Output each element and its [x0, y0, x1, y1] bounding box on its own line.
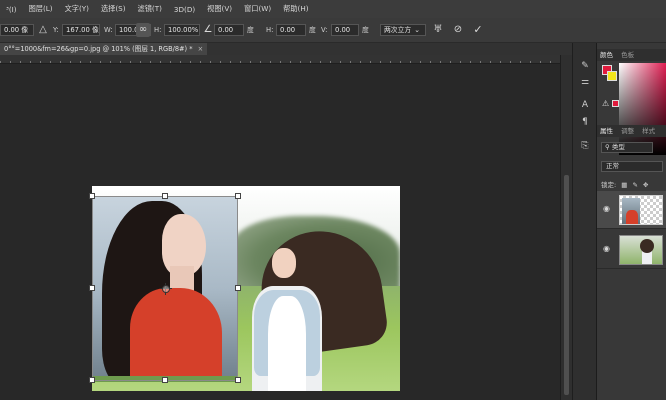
lock-transparent-icon[interactable]: ▦: [621, 181, 627, 189]
v-skew-label: V:: [321, 26, 328, 34]
document-tab-title: 0°°=1000&fm=26&gp=0.jpg @ 101% (图层 1, RG…: [4, 45, 193, 53]
thumbnail-figure: [622, 198, 640, 224]
tab-color[interactable]: 颜色: [597, 51, 616, 59]
delta-icon[interactable]: △: [36, 23, 50, 37]
brush-icon[interactable]: ✎: [578, 59, 592, 73]
search-icon: ⚲: [605, 143, 610, 151]
lock-label: 锁定:: [601, 181, 617, 189]
layer-1-thumbnail: [619, 195, 663, 225]
options-bar: 0.00 像 △ Y: 167.00 像 W: 100.00% ∞ H: 100…: [0, 18, 666, 43]
commit-transform-icon[interactable]: ✓: [471, 23, 485, 37]
menu-type[interactable]: 文字(Y): [59, 4, 95, 14]
menu-bar: ³(I) 图层(L) 文字(Y) 选择(S) 滤镜(T) 3D(D) 视图(V)…: [0, 0, 666, 18]
menu-3d[interactable]: 3D(D): [168, 5, 201, 14]
menu-layer[interactable]: 图层(L): [23, 4, 59, 14]
chevron-down-icon: ⌄: [414, 26, 420, 34]
v-skew-field[interactable]: 0.00: [331, 24, 359, 36]
blend-mode-select[interactable]: 正常: [601, 161, 663, 172]
eye-icon[interactable]: ◉: [603, 244, 613, 254]
thumbnail-figure-hair: [640, 239, 654, 253]
document-tab[interactable]: 0°°=1000&fm=26&gp=0.jpg @ 101% (图层 1, RG…: [0, 43, 208, 55]
menu-view[interactable]: 视图(V): [201, 4, 238, 14]
degree-label-3: 度: [362, 26, 369, 34]
degree-label: 度: [247, 26, 254, 34]
lock-row: 锁定: ▦ ✎ ✥: [601, 179, 649, 189]
lock-paint-icon[interactable]: ✎: [633, 181, 638, 189]
layer-row-layer-1[interactable]: ◉: [597, 191, 666, 229]
layers-panel-tabs: 属性 调整 样式: [597, 125, 666, 137]
h-skew-label: H:: [266, 26, 274, 34]
tab-adjustments[interactable]: 调整: [618, 127, 637, 135]
gamut-warning-icon: ⚠: [602, 99, 610, 108]
x-position-field[interactable]: 0.00 像: [0, 24, 34, 36]
history-icon[interactable]: ⎘: [578, 139, 592, 153]
reference-point-icon[interactable]: [160, 283, 172, 295]
document-tab-bar: 0°°=1000&fm=26&gp=0.jpg @ 101% (图层 1, RG…: [0, 43, 572, 55]
menu-filter[interactable]: 滤镜(T): [132, 4, 168, 14]
close-icon[interactable]: ×: [198, 45, 204, 53]
interpolation-value: 两次立方: [384, 26, 412, 34]
y-label: Y:: [53, 26, 59, 34]
w-label: W:: [104, 26, 113, 34]
lock-move-icon[interactable]: ✥: [643, 181, 648, 189]
pivot-circle: [162, 285, 170, 293]
background-color-swatch[interactable]: [607, 71, 617, 81]
transform-handle-bottom-left[interactable]: [89, 377, 95, 383]
right-panels: 颜色 色板 ⚠ 属性 调整 样式 ⚲ 类型 正常 锁定: ▦ ✎ ✥ ◉ ◉: [596, 43, 666, 400]
layer-filter-value: 类型: [611, 143, 625, 151]
angle-icon: ∠: [203, 24, 213, 35]
tab-styles[interactable]: 样式: [639, 127, 658, 135]
tab-properties[interactable]: 属性: [597, 127, 616, 135]
scrollbar-thumb[interactable]: [564, 175, 569, 395]
gamut-color-swatch[interactable]: [612, 100, 619, 107]
cancel-transform-icon[interactable]: ⊘: [451, 23, 465, 37]
character-icon[interactable]: A: [578, 98, 592, 112]
tab-swatches[interactable]: 色板: [618, 51, 637, 59]
color-panel-tabs: 颜色 色板: [597, 49, 666, 61]
horizontal-ruler: [0, 55, 560, 64]
menu-select[interactable]: 选择(S): [95, 4, 132, 14]
rotate-angle-field[interactable]: 0.00: [214, 24, 244, 36]
transform-handle-top-right[interactable]: [235, 193, 241, 199]
transform-handle-top-left[interactable]: [89, 193, 95, 199]
transform-handle-left[interactable]: [89, 285, 95, 291]
interpolation-select[interactable]: 两次立方 ⌄: [380, 24, 426, 36]
degree-label-2: 度: [309, 26, 316, 34]
transform-handle-right[interactable]: [235, 285, 241, 291]
layer-row-background[interactable]: ◉: [597, 231, 666, 269]
eye-icon[interactable]: ◉: [603, 204, 613, 214]
vertical-scrollbar[interactable]: [560, 55, 572, 400]
transform-handle-bottom-right[interactable]: [235, 377, 241, 383]
menu-window[interactable]: 窗口(W): [238, 4, 277, 14]
h-skew-field[interactable]: 0.00: [276, 24, 306, 36]
background-thumbnail: [619, 235, 663, 265]
link-icon[interactable]: ∞: [136, 23, 150, 37]
h-label: H:: [154, 26, 162, 34]
panel-tool-strip: ✎ ⚌ A ¶ ⎘: [572, 43, 596, 400]
photo-face: [272, 248, 296, 278]
warp-icon[interactable]: ♅: [431, 23, 445, 37]
adjust-sliders-icon[interactable]: ⚌: [578, 75, 592, 89]
y-position-field[interactable]: 167.00 像: [62, 24, 100, 36]
layer-filter-select[interactable]: ⚲ 类型: [601, 142, 653, 153]
transform-handle-top[interactable]: [162, 193, 168, 199]
paragraph-icon[interactable]: ¶: [578, 115, 592, 129]
menu-image[interactable]: ³(I): [0, 5, 23, 14]
height-field[interactable]: 100.00%: [164, 24, 200, 36]
blend-mode-value: 正常: [606, 162, 619, 170]
menu-help[interactable]: 帮助(H): [277, 4, 314, 14]
transform-handle-bottom[interactable]: [162, 377, 168, 383]
photo-dress: [268, 296, 306, 391]
